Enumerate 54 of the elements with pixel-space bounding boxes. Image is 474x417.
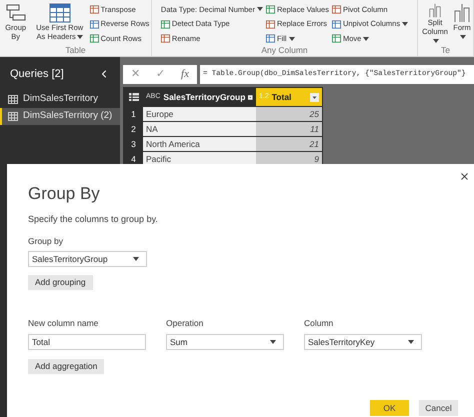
filter-icon[interactable] (248, 92, 253, 102)
split-column-icon (452, 3, 472, 23)
table-icon (160, 34, 170, 44)
group-label: Any Column (260, 45, 309, 55)
row-number: 2 (130, 123, 137, 136)
description: Specify the columns to group by. (28, 213, 159, 226)
table-icon (266, 4, 275, 14)
table-icon (332, 20, 341, 28)
query-item[interactable]: DimSalesTerritory (0, 91, 120, 108)
table-icon (160, 20, 170, 28)
dialog-title: Group By (28, 184, 101, 204)
table-icon (90, 34, 99, 44)
dropdown[interactable]: SalesTerritoryKey (304, 334, 422, 350)
query-item[interactable]: DimSalesTerritory (2) (0, 108, 120, 125)
grouping-icon (6, 3, 26, 23)
input-field[interactable]: Total (28, 334, 146, 350)
table-icon (8, 112, 18, 121)
add-grouping-button[interactable]: Add grouping (28, 275, 93, 290)
cancel-button[interactable]: Cancel (419, 400, 458, 416)
table-icon (90, 4, 99, 14)
table-cell: 11 (256, 122, 322, 136)
table-cell: NA (143, 122, 256, 136)
add-aggregation-button[interactable]: Add aggregation (28, 359, 104, 374)
table-icon (266, 34, 275, 44)
table-icon (90, 20, 99, 28)
caret-icon (270, 340, 276, 344)
field-label: Column (304, 317, 334, 330)
panel-title: Queries [2] (10, 66, 64, 82)
row-number: 1 (130, 108, 137, 121)
ok-button[interactable]: OK (370, 400, 409, 416)
field-label: Group by (28, 234, 64, 248)
table-icon (332, 4, 341, 14)
table-icon (48, 3, 71, 23)
dropdown[interactable]: Sum (166, 334, 284, 350)
table-cell: Europe (143, 107, 256, 121)
field-label: New column name (28, 317, 100, 330)
filter-icon[interactable] (310, 92, 319, 102)
table-icon (266, 20, 275, 28)
row-number: 4 (130, 153, 137, 166)
table-cell: 21 (256, 137, 322, 151)
table-cell: 25 (256, 107, 322, 121)
caret-icon (133, 257, 139, 262)
close-icon[interactable] (459, 171, 470, 182)
table-icon (332, 34, 341, 44)
formula-button[interactable]: fx (181, 66, 189, 83)
group-label: Te (440, 45, 451, 55)
group-label: Table (64, 45, 87, 55)
row-number: 3 (130, 138, 137, 151)
table-menu-icon[interactable] (128, 93, 138, 101)
table-cell: North America (143, 137, 256, 151)
dropdown[interactable]: SalesTerritoryGroup (28, 251, 147, 268)
caret-icon (408, 340, 414, 344)
table-icon (8, 95, 18, 104)
field-label: Operation (166, 317, 204, 330)
